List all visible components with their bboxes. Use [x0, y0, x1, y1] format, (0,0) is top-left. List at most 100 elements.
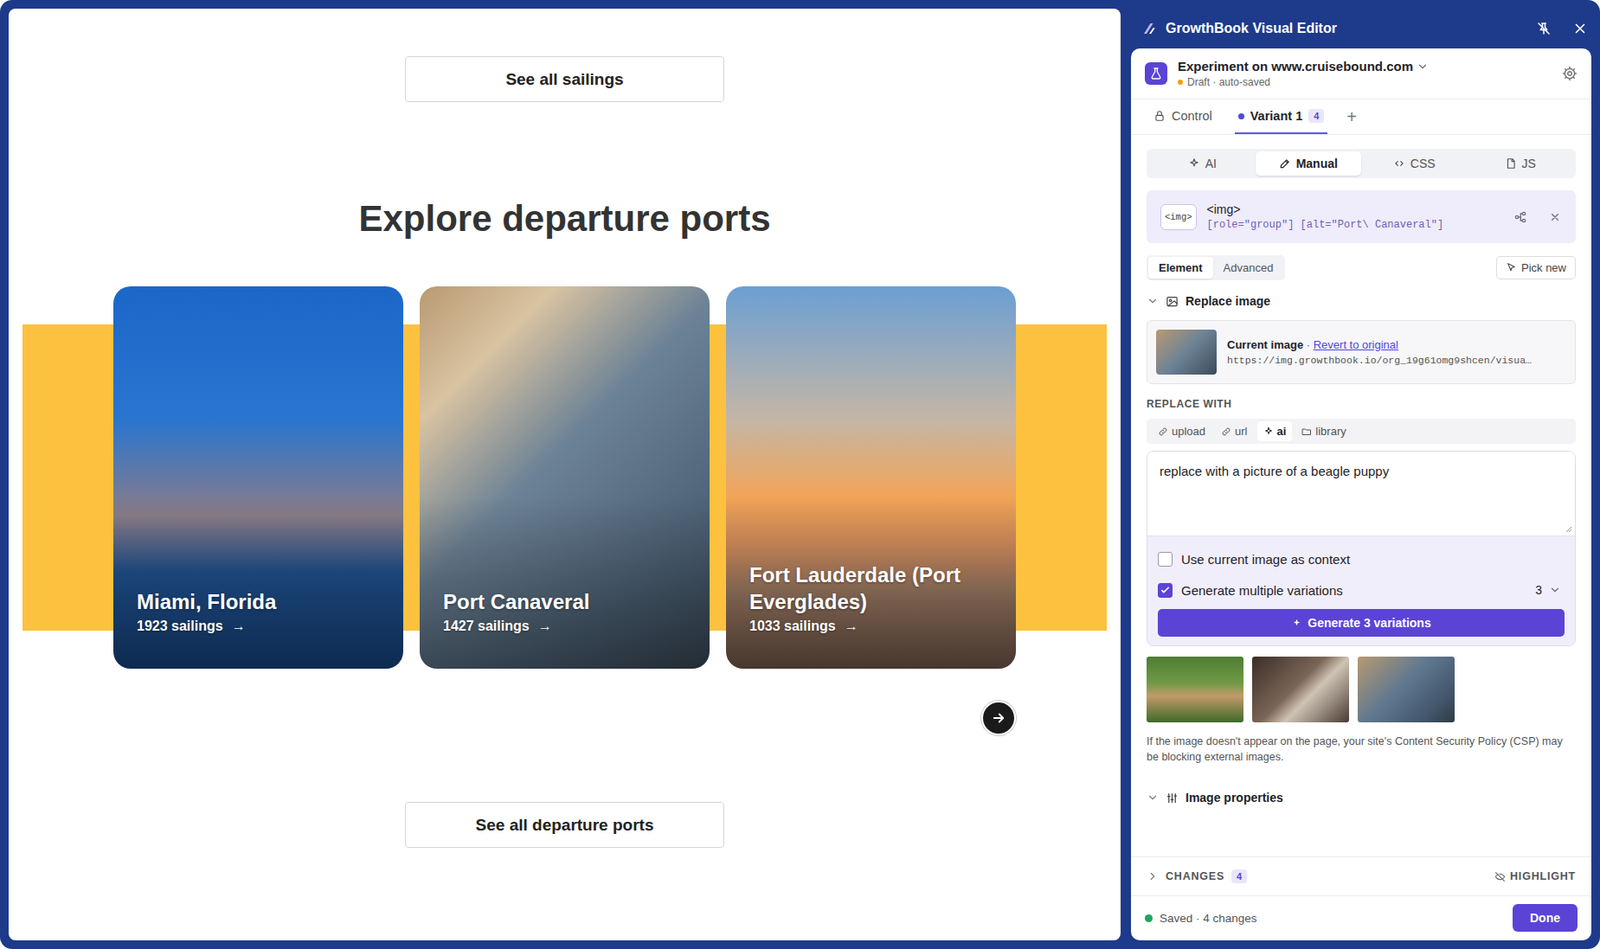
ai-generator: replace with a picture of a beagle puppy…: [1146, 450, 1576, 647]
mode-switcher: AIManualCSSJS: [1146, 148, 1576, 179]
tag-badge: <img>: [1160, 204, 1197, 231]
tree-icon[interactable]: [1513, 210, 1528, 225]
variant-tab[interactable]: Variant 14: [1234, 99, 1329, 135]
variation-thumbnail[interactable]: [1357, 656, 1455, 723]
image-properties-header[interactable]: Image properties: [1146, 787, 1576, 809]
change-count-badge: 4: [1308, 109, 1324, 123]
sparkle-icon: [1188, 157, 1201, 170]
changes-count: 4: [1231, 869, 1247, 884]
generator-options: Use current image as contextGenerate mul…: [1147, 536, 1575, 646]
current-image-info: Current image · Revert to original https:…: [1227, 338, 1567, 367]
selected-element: <img><img>[role="group"] [alt="Port\ Can…: [1146, 190, 1576, 244]
saved-dot: [1144, 914, 1153, 923]
visual-editor-panel: GrowthBook Visual Editor Experiment on ww…: [1130, 8, 1592, 941]
pick-new-button[interactable]: Pick new: [1496, 256, 1576, 280]
arrow-right-icon: [990, 710, 1007, 727]
sailings-count: 1033 sailings→: [749, 618, 993, 635]
see-all-sailings-button[interactable]: See all sailings: [404, 56, 725, 103]
port-name: Port Canaveral: [443, 588, 687, 616]
variation-thumbnail[interactable]: [1146, 656, 1244, 723]
sliders-icon: [1165, 791, 1179, 805]
arrow: →: [231, 618, 246, 634]
generate-button[interactable]: Generate 3 variations: [1157, 609, 1565, 637]
folder-icon: [1301, 426, 1312, 437]
replace-image-header[interactable]: Replace image: [1146, 290, 1576, 312]
checkbox[interactable]: [1157, 583, 1173, 598]
element-tab[interactable]: Element: [1148, 257, 1214, 279]
source-tab[interactable]: ai: [1257, 421, 1293, 442]
variation-thumbnail[interactable]: [1252, 656, 1350, 723]
resize-grip-icon[interactable]: [1563, 524, 1573, 534]
revert-link[interactable]: Revert to original: [1313, 338, 1399, 352]
option-row: Generate multiple variations 3: [1157, 574, 1565, 606]
arrow: →: [538, 618, 553, 634]
next-button[interactable]: [981, 700, 1016, 736]
mode-tab[interactable]: JS: [1467, 151, 1575, 176]
element-selector: [role="group"] [alt="Port\ Canaveral"]: [1207, 218, 1493, 232]
option-row: Use current image as context: [1157, 543, 1565, 575]
add-variant-button[interactable]: +: [1346, 99, 1357, 135]
current-image-label: Current image · Revert to original: [1227, 338, 1567, 352]
editor-content: AIManualCSSJS<img><img>[role="group"] [a…: [1130, 134, 1592, 857]
lock-icon: [1153, 109, 1166, 123]
file-icon: [1504, 157, 1517, 170]
image-icon: [1165, 295, 1179, 309]
close-icon[interactable]: [1572, 20, 1588, 37]
prompt-field[interactable]: replace with a picture of a beagle puppy: [1147, 451, 1575, 537]
sparkle-icon: [1263, 426, 1274, 437]
port-card[interactable]: Miami, Florida1923 sailings→: [113, 286, 404, 669]
current-image-url: https://img.growthbook.io/org_19g61omg9s…: [1227, 354, 1567, 367]
chevron-down-icon: [1146, 791, 1159, 804]
source-tab[interactable]: library: [1295, 421, 1352, 442]
current-image: Current image · Revert to original https:…: [1146, 320, 1576, 385]
panel-body: Experiment on www.cruisebound.com Draft ·…: [1130, 48, 1592, 941]
mode-tab[interactable]: Manual: [1255, 151, 1363, 176]
source-tab[interactable]: url: [1214, 421, 1254, 442]
panel-header: GrowthBook Visual Editor: [1130, 8, 1592, 49]
source-tab[interactable]: upload: [1151, 421, 1212, 442]
current-image-thumbnail: [1156, 329, 1217, 375]
gear-icon[interactable]: [1561, 65, 1578, 82]
option-label: Generate multiple variations: [1181, 583, 1523, 598]
panel-footer: Saved · 4 changes Done: [1130, 895, 1592, 941]
element-tab[interactable]: Advanced: [1213, 257, 1285, 279]
highlight-toggle[interactable]: HIGHLIGHT: [1494, 870, 1576, 883]
see-all-ports-button[interactable]: See all departure ports: [404, 802, 725, 849]
changes-toggle[interactable]: CHANGES4: [1146, 869, 1247, 884]
variation-count-select[interactable]: 3: [1531, 581, 1565, 599]
chevron-down-icon: [1416, 60, 1429, 73]
csp-note: If the image doesn't appear on the page,…: [1146, 734, 1576, 765]
cursor-icon: [1505, 262, 1517, 274]
changes-bar: CHANGES4 HIGHLIGHT: [1130, 856, 1592, 896]
mode-tab[interactable]: CSS: [1361, 151, 1468, 176]
panel-title: GrowthBook Visual Editor: [1165, 20, 1516, 37]
done-button[interactable]: Done: [1512, 904, 1578, 932]
chevron-down-icon: [1146, 295, 1159, 308]
sailings-count: 1427 sailings→: [443, 618, 687, 635]
checkbox[interactable]: [1157, 552, 1173, 567]
arrow: →: [844, 618, 859, 634]
link-icon: [1220, 426, 1232, 437]
experiment-status: Draft · auto-saved: [1177, 76, 1552, 89]
eye-off-icon: [1494, 871, 1506, 883]
app-window: See all sailingsExplore departure portsM…: [0, 0, 1600, 949]
element-tag: <img>: [1207, 202, 1493, 217]
mode-tab[interactable]: AI: [1149, 151, 1256, 176]
port-card[interactable]: Fort Lauderdale (Port Everglades)1033 sa…: [726, 286, 1016, 669]
experiment-name[interactable]: Experiment on www.cruisebound.com: [1177, 58, 1552, 74]
growthbook-logo-icon: [1141, 20, 1157, 37]
experiment-info[interactable]: Experiment on www.cruisebound.com Draft ·…: [1177, 58, 1552, 89]
status-dot: [1177, 79, 1183, 85]
pin-icon[interactable]: [1535, 20, 1552, 37]
port-card[interactable]: Port Canaveral 1427 sailings→: [419, 286, 710, 669]
experiment-row: Experiment on www.cruisebound.com Draft ·…: [1130, 48, 1592, 100]
save-status: Saved · 4 changes: [1159, 912, 1506, 926]
replace-with-label: REPLACE WITH: [1146, 398, 1576, 411]
link-icon: [1157, 426, 1169, 437]
element-tabs-row: ElementAdvanced Pick new: [1146, 255, 1576, 281]
website-preview: See all sailingsExplore departure portsM…: [8, 8, 1121, 941]
chevron-down-icon: [1548, 584, 1562, 597]
close-icon[interactable]: [1548, 210, 1562, 225]
variant-tab[interactable]: Control: [1150, 99, 1216, 135]
card-row: Miami, Florida1923 sailings→Port Canaver…: [113, 286, 1016, 669]
